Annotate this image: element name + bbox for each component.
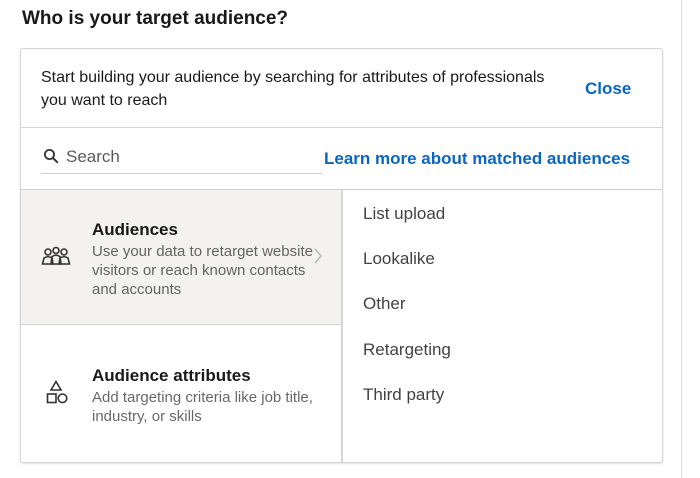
category-list: Audiences Use your data to retarget webs…	[21, 190, 342, 462]
people-group-icon	[41, 246, 71, 265]
close-button[interactable]: Close	[585, 79, 631, 99]
option-retargeting[interactable]: Retargeting	[363, 340, 451, 360]
category-description: Use your data to retarget website visito…	[92, 243, 313, 298]
category-audience-attributes[interactable]: Audience attributes Add targeting criter…	[21, 326, 341, 462]
option-list-upload[interactable]: List upload	[363, 204, 445, 224]
page-title: Who is your target audience?	[22, 8, 289, 29]
option-other[interactable]: Other	[363, 294, 406, 314]
shapes-icon	[46, 380, 68, 404]
search-icon	[44, 149, 59, 164]
category-description: Add targeting criteria like job title, i…	[92, 389, 313, 425]
chevron-right-icon	[314, 248, 322, 264]
search-box	[41, 144, 322, 174]
intro-banner: Start building your audience by searchin…	[21, 49, 662, 128]
option-lookalike[interactable]: Lookalike	[363, 249, 435, 269]
learn-more-link[interactable]: Learn more about matched audiences	[324, 149, 630, 169]
category-audiences[interactable]: Audiences Use your data to retarget webs…	[21, 190, 341, 325]
search-row: Learn more about matched audiences	[21, 128, 662, 190]
search-input[interactable]	[66, 144, 316, 170]
scrollbar-edge	[681, 0, 682, 478]
intro-text: Start building your audience by searchin…	[41, 69, 545, 109]
category-title: Audiences	[92, 220, 178, 239]
option-third-party[interactable]: Third party	[363, 385, 444, 405]
audience-picker-card: Start building your audience by searchin…	[20, 48, 663, 463]
audience-options-list: List upload Lookalike Other Retargeting …	[343, 190, 662, 462]
category-title: Audience attributes	[92, 366, 251, 385]
